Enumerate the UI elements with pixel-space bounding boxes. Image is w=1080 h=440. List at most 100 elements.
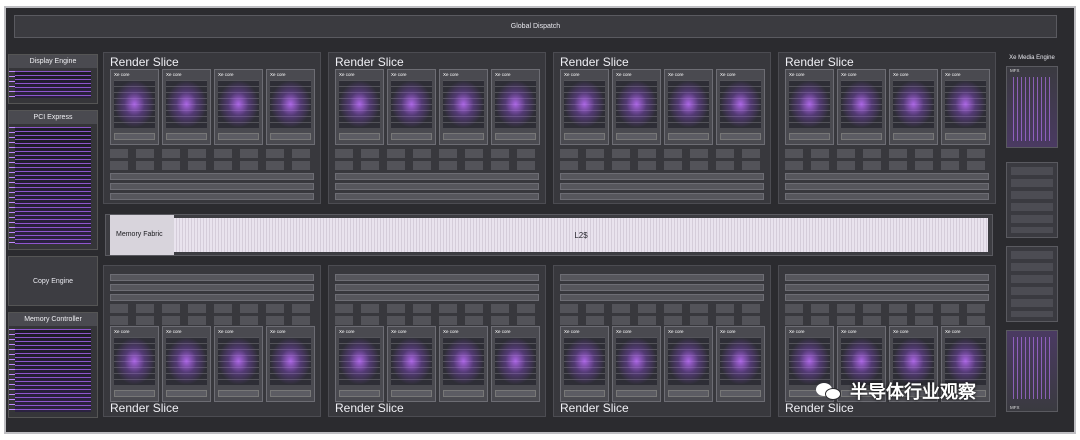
xe-core-label: Xe core <box>339 72 355 77</box>
xe-core-vector-engines <box>668 80 709 128</box>
xe-core-label: Xe core <box>443 329 459 334</box>
xe-core-cache-bar <box>616 133 657 140</box>
xe-core: Xe core <box>214 69 263 145</box>
fixed-function-row <box>560 161 764 170</box>
xe-core-label: Xe core <box>114 72 130 77</box>
xe-core-vector-engines <box>166 80 207 128</box>
pci-express-graphic <box>15 127 91 244</box>
xe-core: Xe core <box>162 326 211 402</box>
fixed-function-row <box>335 316 539 325</box>
xe-core-cache-bar <box>443 133 484 140</box>
l2-cache: L2$ <box>174 218 988 252</box>
xe-core-label: Xe core <box>114 329 130 334</box>
fixed-function-row <box>110 193 314 200</box>
xe-core: Xe core <box>110 69 159 145</box>
fixed-function-row <box>785 161 989 170</box>
xe-core-label: Xe core <box>218 72 234 77</box>
xe-core-vector-engines <box>218 80 259 128</box>
fixed-function-row <box>785 274 989 281</box>
xe-core-label: Xe core <box>564 329 580 334</box>
render-slice-top-4: Render Slice Xe core Xe core Xe core Xe core <box>778 52 996 204</box>
xe-core-cache-bar <box>270 133 311 140</box>
mfx-bottom-label: MFX <box>1010 405 1020 410</box>
xe-core: Xe core <box>941 69 990 145</box>
xe-core-vector-engines <box>495 337 536 385</box>
xe-core: Xe core <box>491 69 540 145</box>
xe-core-vector-engines <box>166 337 207 385</box>
xe-core-label: Xe core <box>945 329 961 334</box>
xe-core-vector-engines <box>720 80 761 128</box>
render-slice-title: Render Slice <box>560 55 629 69</box>
render-slice-bottom-1: Render Slice Xe core Xe core Xe core Xe core <box>103 265 321 417</box>
xe-core-cache-bar <box>789 133 830 140</box>
fixed-function-row <box>335 161 539 170</box>
xe-core-vector-engines <box>720 337 761 385</box>
xe-core-label: Xe core <box>720 72 736 77</box>
xe-core-cache-bar <box>218 133 259 140</box>
render-slice-title: Render Slice <box>785 55 854 69</box>
xe-core-label: Xe core <box>893 72 909 77</box>
xe-core-cache-bar <box>495 390 536 397</box>
global-dispatch: Global Dispatch <box>14 15 1057 38</box>
pci-express: PCI Express <box>8 110 98 250</box>
xe-core-cache-bar <box>495 133 536 140</box>
fixed-function-row <box>560 316 764 325</box>
render-slice-title: Render Slice <box>560 401 629 415</box>
xe-core-vector-engines <box>443 80 484 128</box>
xe-core-label: Xe core <box>720 329 736 334</box>
fixed-function-row <box>560 183 764 190</box>
media-engine-column: Xe Media Engine MFX MFX <box>1004 52 1060 420</box>
fixed-function-row <box>785 294 989 301</box>
mfx-top: MFX <box>1006 66 1058 148</box>
xe-core: Xe core <box>335 69 384 145</box>
xe-core-vector-engines <box>114 337 155 385</box>
memory-controller: Memory Controller <box>8 312 98 418</box>
pci-express-label: PCI Express <box>9 111 97 124</box>
fixed-function-row <box>560 173 764 180</box>
render-slice-title: Render Slice <box>335 401 404 415</box>
xe-core-label: Xe core <box>789 72 805 77</box>
xe-core: Xe core <box>266 69 315 145</box>
fixed-function-row <box>785 193 989 200</box>
xe-core-label: Xe core <box>668 329 684 334</box>
render-slice-top-3: Render Slice Xe core Xe core Xe core Xe core <box>553 52 771 204</box>
xe-core-vector-engines <box>564 80 605 128</box>
fixed-function-row <box>785 149 989 158</box>
xe-core: Xe core <box>612 326 661 402</box>
xe-core-cache-bar <box>668 390 709 397</box>
xe-core-cache-bar <box>616 390 657 397</box>
xe-core-cache-bar <box>166 390 207 397</box>
xe-core-label: Xe core <box>616 329 632 334</box>
xe-core: Xe core <box>439 69 488 145</box>
xe-core-label: Xe core <box>893 329 909 334</box>
xe-core-label: Xe core <box>339 329 355 334</box>
xe-core-vector-engines <box>218 337 259 385</box>
xe-core-vector-engines <box>339 80 380 128</box>
display-engine-label: Display Engine <box>9 55 97 68</box>
xe-core: Xe core <box>560 69 609 145</box>
xe-core-cache-bar <box>945 133 986 140</box>
xe-core-cache-bar <box>893 133 934 140</box>
fixed-function-row <box>335 284 539 291</box>
xe-core-label: Xe core <box>391 72 407 77</box>
fixed-function-row <box>110 173 314 180</box>
xe-core: Xe core <box>716 326 765 402</box>
xe-core-vector-engines <box>616 337 657 385</box>
xe-core-label: Xe core <box>270 72 286 77</box>
fixed-function-row <box>335 173 539 180</box>
xe-core-label: Xe core <box>789 329 805 334</box>
mfx-bottom: MFX <box>1006 330 1058 412</box>
fixed-function-row <box>110 274 314 281</box>
xe-core-cache-bar <box>339 133 380 140</box>
xe-core-cache-bar <box>114 390 155 397</box>
xe-core-vector-engines <box>564 337 605 385</box>
xe-core-cache-bar <box>218 390 259 397</box>
mfx-top-label: MFX <box>1010 68 1020 73</box>
render-slice-title: Render Slice <box>110 401 179 415</box>
fixed-function-row <box>110 294 314 301</box>
display-engine: Display Engine <box>8 54 98 104</box>
xe-core-vector-engines <box>114 80 155 128</box>
left-column: Display Engine PCI Express Copy Engine M… <box>8 44 98 418</box>
copy-engine: Copy Engine <box>8 256 98 306</box>
xe-core: Xe core <box>335 326 384 402</box>
